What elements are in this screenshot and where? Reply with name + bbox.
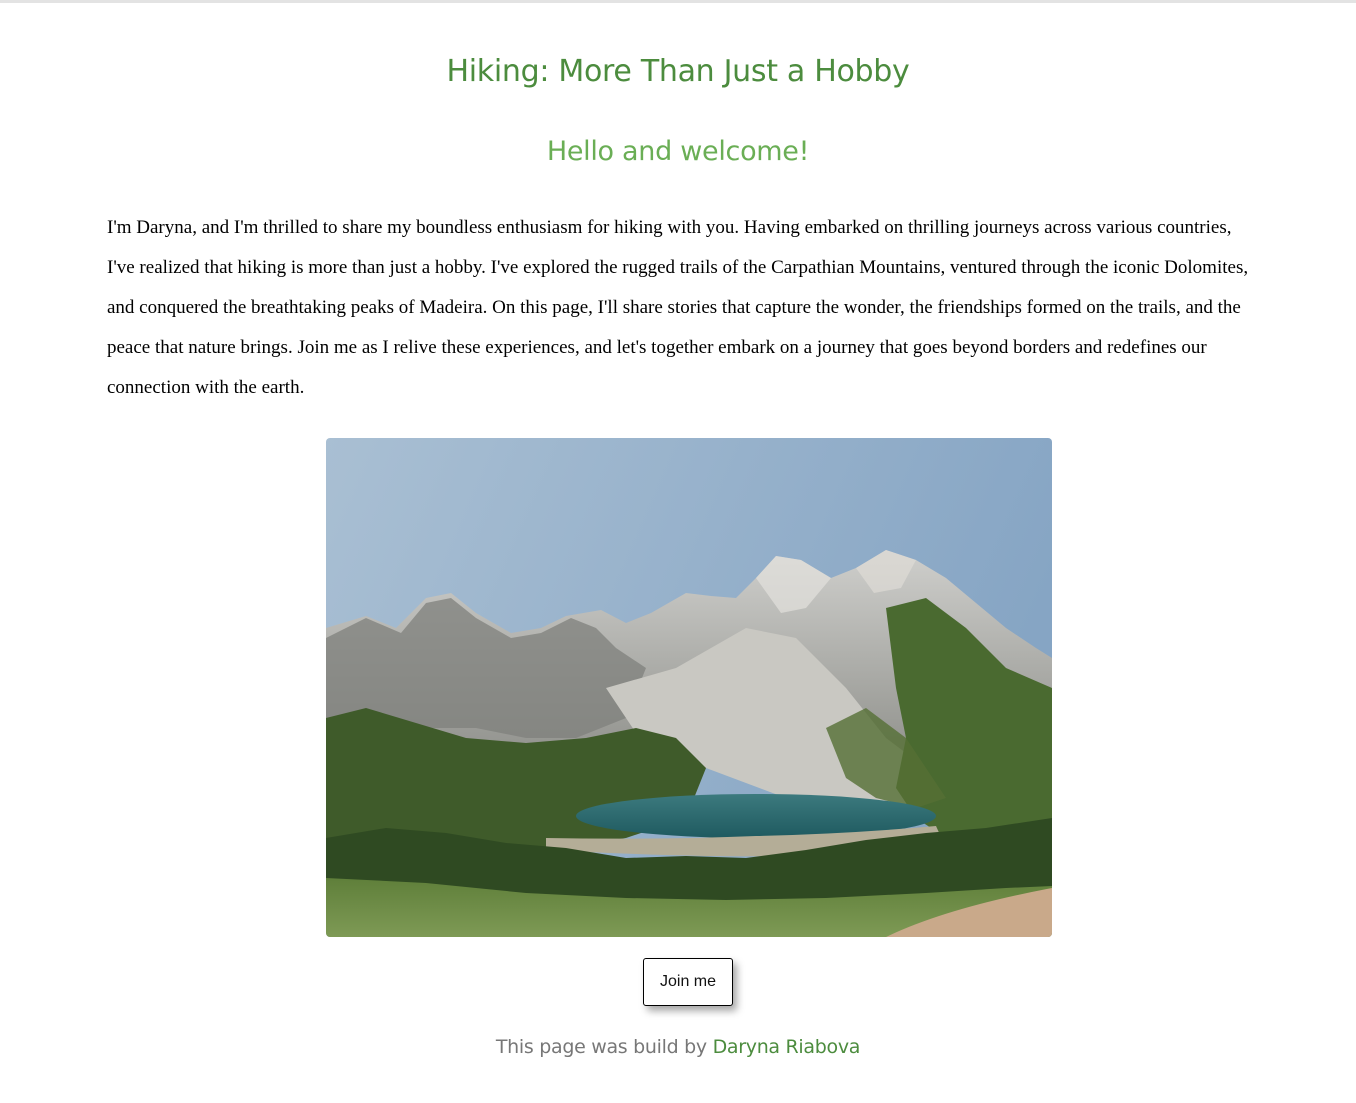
page-title: Hiking: More Than Just a Hobby bbox=[446, 54, 910, 89]
footer-prefix: This page was build by bbox=[495, 1036, 707, 1058]
intro-paragraph: I'm Daryna, and I'm thrilled to share my… bbox=[107, 217, 1249, 398]
author-link[interactable]: Daryna Riabova bbox=[713, 1036, 861, 1058]
top-border bbox=[0, 0, 1356, 3]
join-me-button[interactable]: Join me bbox=[643, 958, 733, 1006]
welcome-heading: Hello and welcome! bbox=[546, 136, 810, 167]
footer: This page was build by Daryna Riabova bbox=[107, 1036, 1249, 1058]
mountain-lake-photo bbox=[326, 438, 1052, 937]
